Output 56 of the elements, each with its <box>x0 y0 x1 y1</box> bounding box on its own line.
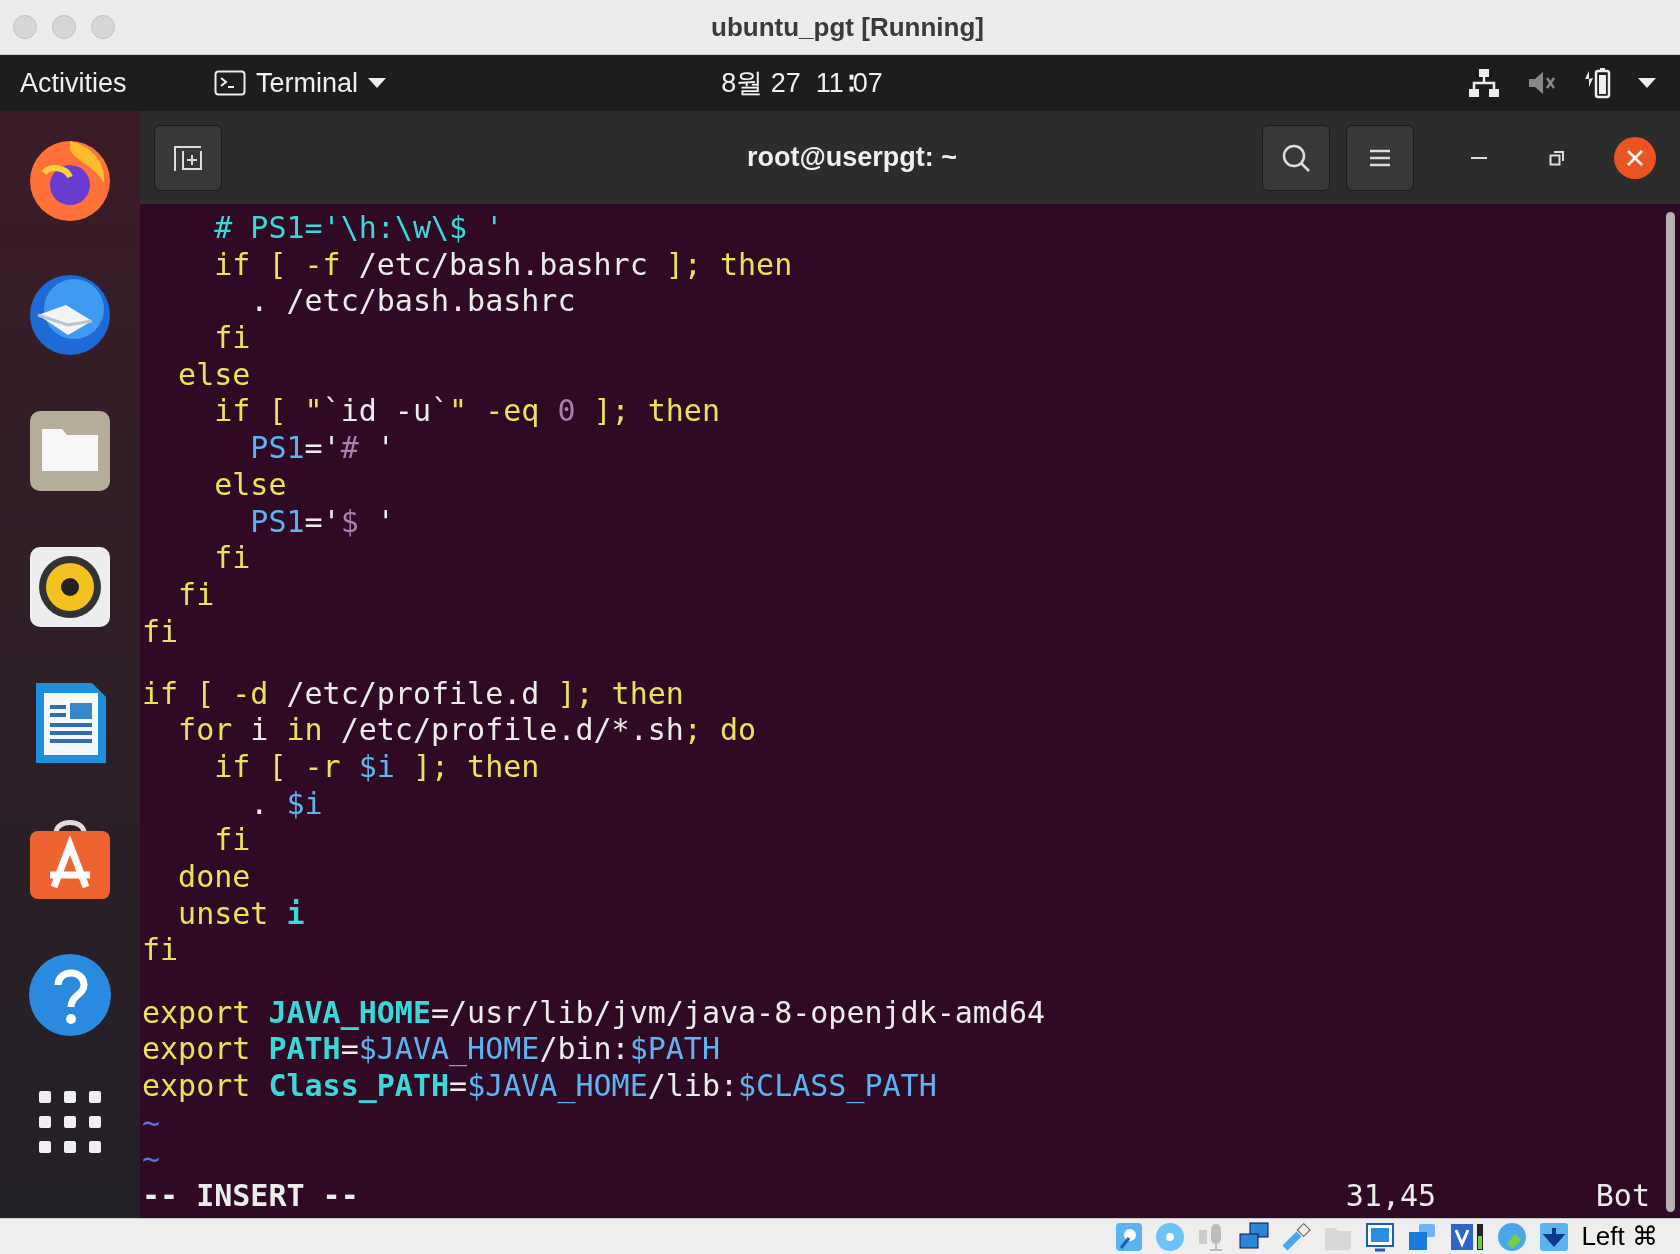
menu-button[interactable] <box>1346 124 1414 191</box>
caret-icon <box>368 78 387 88</box>
code-line: fi <box>142 613 179 650</box>
code-line: fi <box>142 932 179 969</box>
caret-icon[interactable] <box>1638 78 1656 88</box>
code-line: done <box>177 859 251 896</box>
code-line: fi <box>177 576 215 613</box>
code-line: if [ -d /etc/profile.d ]; then <box>142 675 684 712</box>
network-adapter-icon[interactable] <box>1239 1221 1270 1252</box>
code-line: fi <box>213 320 251 357</box>
code-line: fi <box>213 540 251 577</box>
code-line: fi <box>213 822 251 859</box>
code-line: export PATH=$JAVA_HOME/bin:$PATH <box>142 1031 720 1068</box>
code-line: export Class_PATH=$JAVA_HOME/lib:$CLASS_PATH <box>142 1067 937 1104</box>
empty-line-marker: ~ <box>142 1141 161 1178</box>
activities-button[interactable]: Activities <box>0 62 190 104</box>
scrollbar-thumb[interactable] <box>1665 212 1675 1212</box>
scroll-position: Bot <box>1595 1178 1651 1214</box>
search-button[interactable] <box>1262 124 1330 191</box>
terminal-title: root@userpgt: ~ <box>746 141 958 175</box>
restore-icon <box>1549 149 1565 166</box>
search-icon <box>1281 142 1311 173</box>
code-line: if [ "`id -u`" -eq 0 ]; then <box>213 393 720 430</box>
network-icon[interactable] <box>1468 68 1500 98</box>
editor-mode: -- INSERT -- <box>142 1178 359 1214</box>
code-line: # PS1='\h:\w\$ ' <box>213 210 504 246</box>
code-line: . $i <box>249 785 323 822</box>
video-camera-icon[interactable] <box>1407 1221 1438 1252</box>
app-menu[interactable]: Terminal <box>214 62 387 104</box>
code-line: if [ -r $i ]; then <box>213 749 540 786</box>
app-grid-icon[interactable] <box>39 1091 101 1153</box>
chip-icon[interactable] <box>1449 1221 1486 1252</box>
new-tab-button[interactable] <box>154 124 222 191</box>
code-line: else <box>177 356 251 393</box>
window-title: ubuntu_pgt [Running] <box>711 10 984 44</box>
close-icon <box>1626 148 1644 167</box>
code-line: export JAVA_HOME=/usr/lib/jvm/java-8-openjdk-amd64 <box>142 994 1046 1031</box>
code-line: else <box>213 466 287 503</box>
code-line: unset i <box>177 895 305 932</box>
usb-icon[interactable] <box>1281 1221 1312 1252</box>
battery-icon[interactable] <box>1582 67 1612 99</box>
code-line: if [ -f /etc/bash.bashrc ]; then <box>213 246 793 283</box>
cursor-position: 31,45 <box>1345 1178 1438 1214</box>
terminal-icon <box>214 70 246 96</box>
host-key-label: Left ⌘ <box>1581 1220 1658 1253</box>
close-button[interactable] <box>1614 136 1656 179</box>
empty-line-marker: ~ <box>142 1104 161 1141</box>
menu-icon <box>1368 147 1392 168</box>
code-line: PS1='$ ' <box>249 503 395 540</box>
code-line: . /etc/bash.bashrc <box>249 283 576 320</box>
new-tab-icon <box>173 143 203 172</box>
code-line: PS1='# ' <box>249 430 395 467</box>
minimize-icon <box>1471 155 1487 160</box>
clock[interactable]: 8월 27 11∶07 <box>721 62 883 104</box>
code-line: for i in /etc/profile.d/*.sh; do <box>177 712 757 749</box>
display-icon[interactable] <box>1365 1221 1396 1252</box>
